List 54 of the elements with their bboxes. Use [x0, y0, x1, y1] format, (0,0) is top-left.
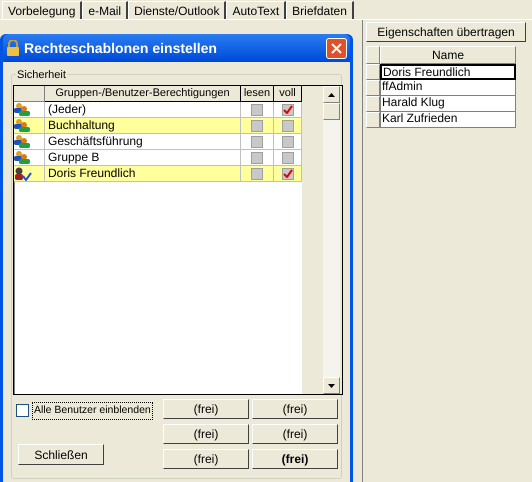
checkbox[interactable]	[282, 136, 294, 148]
dialog-title: Rechteschablonen einstellen	[24, 38, 218, 58]
checkbox[interactable]	[282, 104, 294, 116]
slot-button[interactable]: (frei)	[252, 399, 338, 419]
tab[interactable]: Dienste/Outlook	[128, 1, 226, 19]
tab[interactable]: e-Mail	[82, 1, 128, 19]
grid-cell: Geschäftsführung	[45, 134, 241, 149]
tab[interactable]: AutoText	[226, 1, 286, 19]
row-header-cell	[366, 80, 380, 96]
user-group-icon	[14, 135, 30, 148]
close-dialog-button[interactable]: Schließen	[18, 444, 104, 465]
row-header-cell	[366, 64, 380, 80]
user-group-icon	[14, 103, 30, 116]
arrow-down-icon	[328, 384, 335, 388]
name-cell[interactable]: Doris Freundlich	[380, 64, 516, 80]
user-check-icon	[14, 166, 32, 180]
name-cell[interactable]: Karl Zufrieden	[380, 112, 516, 128]
name-cell[interactable]: Harald Klug	[380, 96, 516, 112]
name-cell[interactable]: ffAdmin	[380, 80, 516, 96]
column-header: Name	[380, 46, 516, 64]
close-icon	[331, 42, 342, 54]
scroll-up-button[interactable]	[323, 86, 340, 103]
slot-button[interactable]: (frei)	[252, 424, 338, 444]
checkbox[interactable]	[251, 104, 263, 116]
grid-cell: (Jeder)	[45, 102, 241, 117]
padlock-icon	[6, 40, 20, 56]
user-group-icon	[14, 151, 30, 164]
checkbox[interactable]	[282, 120, 294, 132]
user-group-icon	[14, 119, 30, 132]
row-header-cell	[366, 112, 380, 128]
grid-cell: Buchhaltung	[45, 118, 241, 133]
slot-button[interactable]: (frei)	[163, 399, 249, 419]
arrow-up-icon	[328, 92, 335, 96]
checkbox[interactable]	[251, 120, 263, 132]
grid-cell: Doris Freundlich	[45, 166, 241, 181]
checkbox[interactable]	[282, 168, 294, 180]
checkbox[interactable]	[16, 404, 29, 418]
transfer-button[interactable]: Eigenschaften übertragen	[366, 22, 526, 42]
checkbox[interactable]	[282, 152, 294, 164]
slot-button[interactable]: (frei)	[252, 449, 338, 469]
row-header-cell	[366, 46, 380, 64]
close-button[interactable]	[326, 38, 347, 58]
slot-button[interactable]: (frei)	[163, 424, 249, 444]
checkbox-label[interactable]: Alle Benutzer einblenden	[32, 402, 153, 420]
checkbox[interactable]	[251, 152, 263, 164]
checkbox[interactable]	[251, 168, 263, 180]
grid-cell: Gruppe B	[45, 150, 241, 165]
tab[interactable]: Briefdaten	[286, 1, 354, 19]
scroll-thumb[interactable]	[323, 103, 340, 120]
checkbox[interactable]	[251, 136, 263, 148]
tab[interactable]: Vorbelegung	[2, 1, 82, 19]
slot-button[interactable]: (frei)	[163, 449, 249, 469]
scroll-down-button[interactable]	[323, 377, 340, 394]
row-header-cell	[366, 96, 380, 112]
